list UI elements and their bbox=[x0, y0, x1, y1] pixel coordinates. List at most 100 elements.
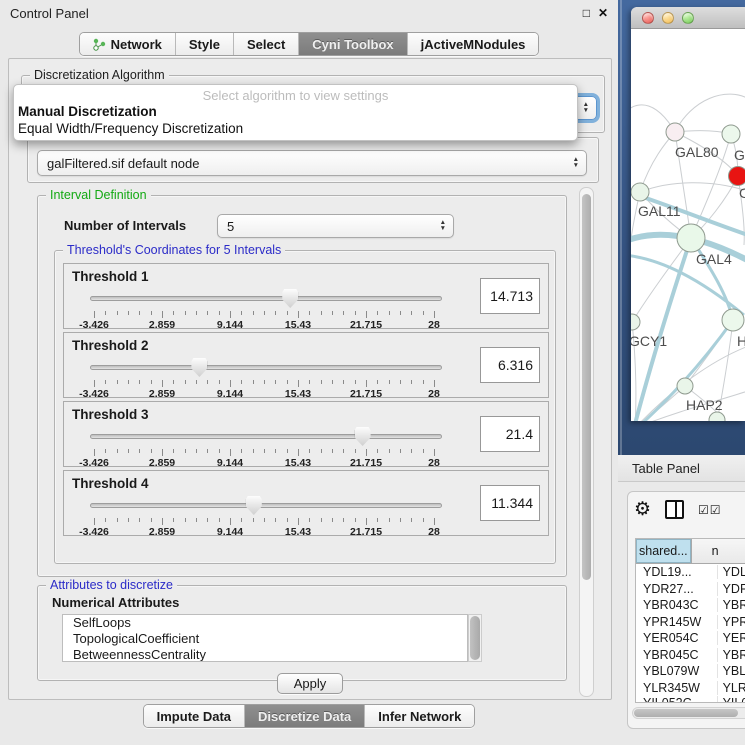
slider-tick-label: -3.426 bbox=[79, 457, 109, 469]
network-view-window[interactable]: GAL80GAGAL11CGAL4GCY1HHAP2 bbox=[631, 7, 745, 421]
attributes-list[interactable]: SelfLoopsTopologicalCoefficientBetweenne… bbox=[62, 614, 468, 662]
algorithm-group-title: Discretization Algorithm bbox=[30, 68, 169, 82]
interval-definition-group: Interval Definition Number of Intervals … bbox=[37, 195, 567, 577]
table-horizontal-scrollbar[interactable] bbox=[632, 707, 745, 719]
table-panel-titlebar: Table Panel bbox=[618, 455, 745, 482]
tab-select[interactable]: Select bbox=[234, 33, 299, 55]
network-node[interactable] bbox=[709, 412, 725, 421]
network-window-titlebar[interactable] bbox=[631, 7, 745, 29]
apply-button[interactable]: Apply bbox=[277, 673, 343, 694]
attribute-item[interactable]: SelfLoops bbox=[63, 615, 467, 631]
combo-arrows-icon: ▲▼ bbox=[583, 102, 589, 114]
attribute-item[interactable]: BetweennessCentrality bbox=[63, 647, 467, 662]
gear-icon[interactable]: ⚙ bbox=[634, 501, 651, 519]
table-row[interactable]: YPR145WYPR1 bbox=[636, 614, 745, 631]
threshold-panel: Threshold 4 -3.4262.8599.14415.4321.71528… bbox=[63, 470, 549, 536]
threshold-label: Threshold 4 bbox=[72, 476, 149, 491]
slider-tick-label: -3.426 bbox=[79, 388, 109, 400]
network-node[interactable] bbox=[631, 183, 649, 201]
algorithm-option[interactable]: Equal Width/Frequency Discretization bbox=[14, 120, 577, 137]
slider-thumb[interactable] bbox=[282, 289, 298, 308]
slider-tick-label: 2.859 bbox=[149, 526, 175, 538]
cyni-toolbox-panel: Discretization Algorithm ▲▼ Table Data g… bbox=[8, 58, 612, 700]
table-row[interactable]: YLR345WYLR3 bbox=[636, 680, 745, 697]
network-node[interactable] bbox=[722, 309, 744, 331]
network-node[interactable] bbox=[677, 224, 705, 252]
num-intervals-value: 5 bbox=[227, 219, 234, 234]
table-row[interactable]: YDR27...YDR2 bbox=[636, 581, 745, 598]
toolbox-tabs: Network Style SelectCyni ToolboxjActiveMNo… bbox=[79, 32, 540, 56]
threshold-panel: Threshold 2-3.4262.8599.14415.4321.71528… bbox=[63, 332, 549, 398]
slider-thumb[interactable] bbox=[246, 496, 262, 515]
threshold-slider[interactable]: -3.4262.8599.14415.4321.71528 bbox=[86, 357, 446, 397]
network-canvas[interactable]: GAL80GAGAL11CGAL4GCY1HHAP2 bbox=[631, 30, 745, 421]
slider-tick-label: 2.859 bbox=[149, 388, 175, 400]
threshold-slider[interactable]: -3.4262.8599.14415.4321.71528 bbox=[86, 426, 446, 466]
attribute-item[interactable]: TopologicalCoefficient bbox=[63, 631, 467, 647]
tab-discretize-data[interactable]: Discretize Data bbox=[245, 705, 365, 727]
table-cell: YBR045C bbox=[636, 648, 718, 662]
threshold-label: Threshold 3 bbox=[72, 407, 149, 422]
threshold-slider[interactable]: -3.4262.8599.14415.4321.71528 bbox=[86, 495, 446, 535]
select-columns-icon[interactable]: ☑☑ bbox=[698, 503, 722, 517]
network-node[interactable] bbox=[729, 167, 745, 186]
network-edge[interactable] bbox=[640, 183, 744, 192]
num-intervals-combobox[interactable]: 5 ▲▼ bbox=[217, 214, 454, 238]
network-node[interactable] bbox=[666, 123, 684, 141]
table-data-combobox[interactable]: galFiltered.sif default node ▲▼ bbox=[37, 150, 587, 176]
column-header[interactable]: n bbox=[692, 539, 745, 563]
threshold-value-field[interactable]: 6.316 bbox=[480, 347, 540, 383]
slider-thumb[interactable] bbox=[191, 358, 207, 377]
slider-tick-label: 9.144 bbox=[217, 457, 243, 469]
slider-tick-label: 9.144 bbox=[217, 388, 243, 400]
network-node[interactable] bbox=[722, 125, 740, 143]
slider-tick-label: 28 bbox=[428, 526, 440, 538]
attributes-group: Attributes to discretize Numerical Attri… bbox=[37, 585, 567, 681]
thresholds-group-title: Threshold's Coordinates for 5 Intervals bbox=[63, 243, 285, 257]
table-row[interactable]: YBL079WYBL0 bbox=[636, 663, 745, 680]
split-columns-icon[interactable] bbox=[665, 500, 684, 519]
network-edge[interactable] bbox=[632, 238, 691, 322]
minimize-traffic-light[interactable] bbox=[662, 12, 674, 24]
table-row[interactable]: YER054CYER0 bbox=[636, 630, 745, 647]
tab-label: Discretize Data bbox=[258, 709, 351, 724]
tab-infer-network[interactable]: Infer Network bbox=[365, 705, 474, 727]
settings-scrollbar[interactable] bbox=[579, 187, 594, 697]
tab-label: Style bbox=[189, 37, 220, 52]
close-icon[interactable]: ✕ bbox=[598, 6, 608, 20]
table-row[interactable]: YBR045CYBR0 bbox=[636, 647, 745, 664]
threshold-value-field[interactable]: 11.344 bbox=[480, 485, 540, 521]
tab-network[interactable]: Network bbox=[80, 33, 176, 55]
threshold-slider[interactable]: -3.4262.8599.14415.4321.71528 bbox=[86, 288, 446, 328]
network-node[interactable] bbox=[677, 378, 693, 394]
table-cell: YER0 bbox=[718, 631, 745, 645]
threshold-value-field[interactable]: 14.713 bbox=[480, 278, 540, 314]
algorithm-option[interactable]: Manual Discretization bbox=[14, 103, 577, 120]
table-panel-body: ⚙ ☑☑ shared...n YDL19...YDL1YDR27...YDR2… bbox=[627, 491, 745, 729]
table-cell: YER054C bbox=[636, 631, 718, 645]
table-row[interactable]: YBR043CYBR0 bbox=[636, 597, 745, 614]
slider-tick-label: 15.43 bbox=[285, 457, 311, 469]
slider-thumb[interactable] bbox=[355, 427, 371, 446]
numerical-attributes-label: Numerical Attributes bbox=[52, 595, 179, 610]
threshold-value-field[interactable]: 21.4 bbox=[480, 416, 540, 452]
tab-impute-data[interactable]: Impute Data bbox=[144, 705, 245, 727]
column-header[interactable]: shared... bbox=[636, 539, 692, 563]
float-icon[interactable]: □ bbox=[583, 6, 590, 20]
zoom-traffic-light[interactable] bbox=[682, 12, 694, 24]
settings-scrollpane: Interval Definition Number of Intervals … bbox=[15, 187, 577, 699]
table-row[interactable]: YIL052CYIL0 bbox=[636, 696, 745, 703]
tab-cyni-toolbox[interactable]: Cyni Toolbox bbox=[299, 33, 407, 55]
node-label: GAL80 bbox=[675, 144, 719, 160]
tab-style[interactable]: Style bbox=[176, 33, 234, 55]
attributes-list-scrollbar[interactable] bbox=[468, 614, 482, 662]
tab-label: Impute Data bbox=[157, 709, 231, 724]
node-label: GA bbox=[734, 147, 745, 163]
close-traffic-light[interactable] bbox=[642, 12, 654, 24]
network-edge[interactable] bbox=[640, 132, 675, 192]
num-intervals-label: Number of Intervals bbox=[64, 218, 186, 233]
network-node[interactable] bbox=[631, 314, 640, 330]
table-row[interactable]: YDL19...YDL1 bbox=[636, 564, 745, 581]
algorithm-hint-item[interactable]: Select algorithm to view settings bbox=[14, 85, 577, 103]
tab-jactivemnodules[interactable]: jActiveMNodules bbox=[408, 33, 539, 55]
